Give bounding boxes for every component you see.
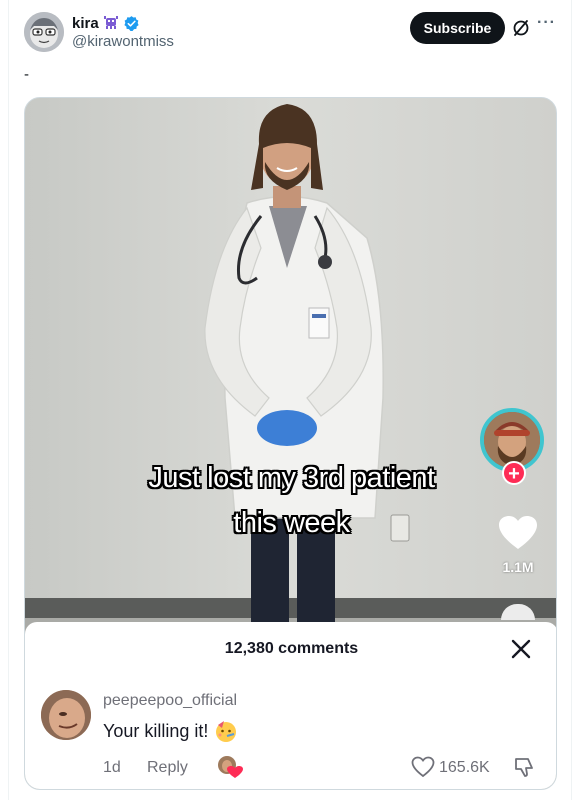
reply-button[interactable]: Reply [147, 759, 188, 777]
follow-plus-icon[interactable]: + [502, 461, 526, 485]
comment-like-count: 165.6K [439, 759, 490, 776]
comment-panel: 12,380 comments peepeepoo_official Your … [25, 622, 556, 789]
subscribe-button[interactable]: Subscribe [410, 12, 505, 44]
comment-text: Your killing it! [103, 719, 238, 743]
heart-icon[interactable] [498, 515, 538, 551]
close-icon[interactable] [510, 638, 532, 660]
commenter-avatar[interactable] [41, 690, 91, 740]
verified-badge-icon [124, 15, 139, 31]
post-text: - [24, 66, 29, 83]
author-avatar[interactable] [24, 12, 64, 52]
grok-icon[interactable] [511, 18, 531, 38]
comment-body: Your killing it! [103, 720, 209, 741]
author-display-name[interactable]: kira [72, 15, 99, 32]
dislike-icon[interactable] [513, 756, 535, 778]
creator-liked-icon [218, 756, 243, 778]
author-handle[interactable]: @kirawontmiss [72, 33, 174, 50]
comments-count-title: 12,380 comments [224, 640, 359, 657]
post-media[interactable]: Just lost my 3rd patient this week + 1.1… [24, 97, 557, 790]
comment-heart-icon[interactable] [411, 756, 435, 778]
video-like-count: 1.1M [502, 559, 534, 575]
party-face-icon [216, 721, 237, 742]
more-icon[interactable]: ··· [537, 15, 557, 36]
video-caption-line2: this week [233, 507, 350, 539]
video-caption-line1: Just lost my 3rd patient [148, 462, 435, 494]
author-name-row[interactable]: kira [72, 13, 140, 33]
commenter-username[interactable]: peepeepoo_official [103, 692, 237, 710]
alien-monster-icon [103, 16, 118, 29]
comment-timestamp: 1d [103, 759, 121, 776]
